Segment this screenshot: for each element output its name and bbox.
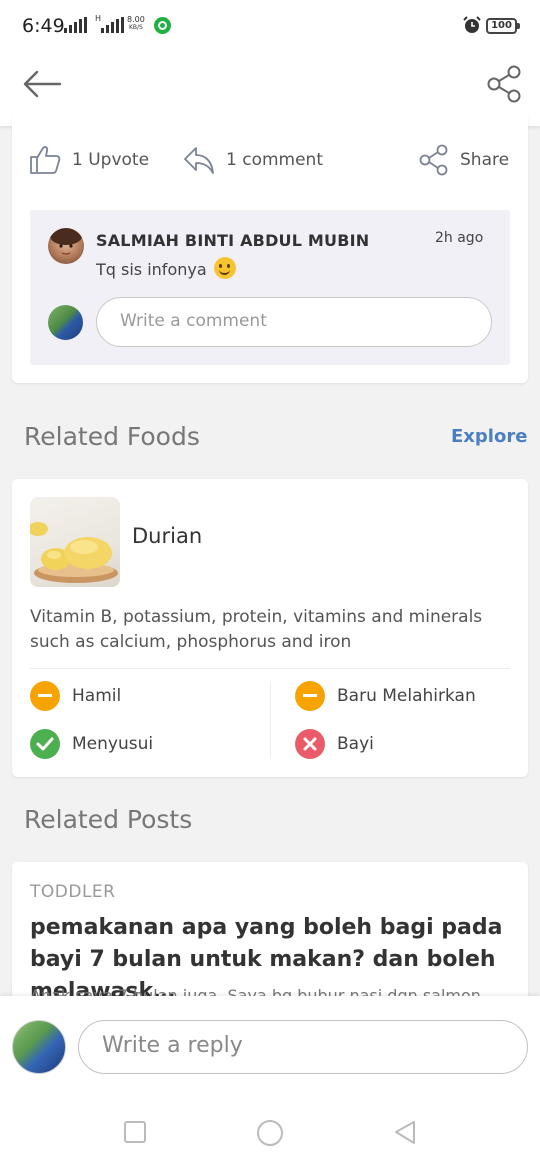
check-circle-icon xyxy=(30,729,60,759)
speed-value: 8.00 xyxy=(127,15,145,24)
share-button[interactable]: Share xyxy=(418,144,509,176)
food-image xyxy=(30,497,120,587)
status-hamil: Hamil xyxy=(30,681,121,711)
current-user-avatar-small xyxy=(48,305,83,340)
upvote-button[interactable]: 1 Upvote xyxy=(28,144,149,176)
status-label: Menyusui xyxy=(72,734,154,754)
share-icon[interactable] xyxy=(485,64,523,104)
share-label: Share xyxy=(460,150,510,170)
food-name: Durian xyxy=(132,524,203,548)
speed-unit: KB/S xyxy=(128,24,143,31)
food-description: Vitamin B, potassium, protein, vitamins … xyxy=(30,607,483,652)
share-icon xyxy=(419,144,448,176)
x-circle-icon xyxy=(295,729,325,759)
divider xyxy=(30,668,510,669)
comment-time: 2h ago xyxy=(435,230,484,246)
reply-bar: Write a reply xyxy=(0,996,540,1098)
minus-circle-icon xyxy=(30,681,60,711)
status-bar: 6:49 H 8.00 KB/S 100 xyxy=(0,0,540,52)
recent-apps-icon[interactable] xyxy=(123,1120,147,1144)
commenter-name[interactable]: SALMIAH BINTI ABDUL MUBIN xyxy=(96,231,369,250)
home-icon[interactable] xyxy=(256,1120,284,1148)
comment-text: Tq sis infonya xyxy=(96,260,207,279)
post-card: 1 Upvote 1 comment Share SALMIAH BINTI A… xyxy=(12,116,528,383)
comment-button[interactable]: 1 comment xyxy=(182,144,323,176)
status-bayi: Bayi xyxy=(295,729,374,759)
status-baru-melahirkan: Baru Melahirkan xyxy=(295,681,476,711)
comment-input[interactable]: Write a comment xyxy=(96,297,492,347)
related-foods-title: Related Foods xyxy=(24,422,200,451)
upvote-label: 1 Upvote xyxy=(72,150,150,170)
status-time: 6:49 xyxy=(22,15,65,37)
back-nav-icon[interactable] xyxy=(392,1120,418,1146)
arrow-left-icon[interactable] xyxy=(22,69,62,99)
comment-text-row: Tq sis infonya xyxy=(96,257,236,279)
status-label: Bayi xyxy=(337,734,374,754)
related-posts-title: Related Posts xyxy=(24,805,193,834)
status-menyusui: Menyusui xyxy=(30,729,153,759)
explore-link[interactable]: Explore xyxy=(451,426,527,447)
network-speed: 8.00 KB/S xyxy=(127,16,145,32)
app-indicator-icon xyxy=(154,17,171,34)
smiling-face-emoji-icon xyxy=(213,257,236,279)
battery-icon: 100 xyxy=(486,18,520,34)
reply-input[interactable]: Write a reply xyxy=(78,1020,528,1074)
system-nav-bar xyxy=(0,1098,540,1170)
signal-2-icon xyxy=(101,17,124,33)
status-label: Hamil xyxy=(72,686,122,706)
app-header xyxy=(0,52,540,126)
status-label: Baru Melahirkan xyxy=(337,686,476,706)
comment-thread: SALMIAH BINTI ABDUL MUBIN 2h ago Tq sis … xyxy=(30,210,510,365)
commenter-avatar[interactable] xyxy=(48,228,84,264)
durian-image-icon xyxy=(30,522,118,583)
alarm-icon xyxy=(463,16,481,33)
minus-circle-icon xyxy=(295,681,325,711)
food-card[interactable]: Durian Vitamin B, potassium, protein, vi… xyxy=(12,479,528,777)
avatar-face-icon xyxy=(50,228,82,255)
divider-vertical xyxy=(270,681,271,759)
post-category: TODDLER xyxy=(30,882,116,902)
comment-count-label: 1 comment xyxy=(226,150,323,170)
signal-icon xyxy=(64,17,87,33)
reply-icon xyxy=(184,147,214,174)
thumbs-up-icon xyxy=(30,146,61,174)
current-user-avatar xyxy=(12,1020,66,1074)
